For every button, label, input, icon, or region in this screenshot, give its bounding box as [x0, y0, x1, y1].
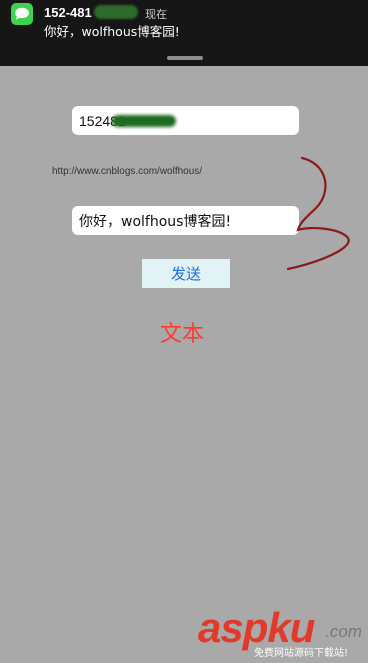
messages-icon [11, 3, 33, 25]
watermark-logo: aspku .com 免费网站源码下载站! [196, 604, 368, 663]
notification-preview: 你好，wolfhous博客园! [44, 24, 180, 39]
blog-url-label: http://www.cnblogs.com/wolfhous/ [52, 166, 203, 177]
notification-time: 现在 [145, 9, 167, 21]
phone-number-field[interactable]: 152481 [72, 106, 299, 135]
notification-sender: 152-481 [44, 5, 92, 20]
watermark-domain: .com [325, 622, 362, 641]
text-label: 文本 [160, 322, 205, 347]
redaction-mark [94, 5, 138, 19]
notification-banner[interactable]: 152-481 现在 你好，wolfhous博客园! [0, 0, 368, 66]
handwritten-annotation [286, 156, 350, 271]
message-value: 你好，wolfhous博客园! [79, 213, 232, 230]
redaction-mark [112, 115, 176, 127]
send-button[interactable]: 发送 [142, 259, 230, 288]
watermark-caption: 免费网站源码下载站! [254, 648, 349, 659]
banner-grabber[interactable] [167, 56, 203, 60]
message-field[interactable]: 你好，wolfhous博客园! [72, 206, 299, 235]
